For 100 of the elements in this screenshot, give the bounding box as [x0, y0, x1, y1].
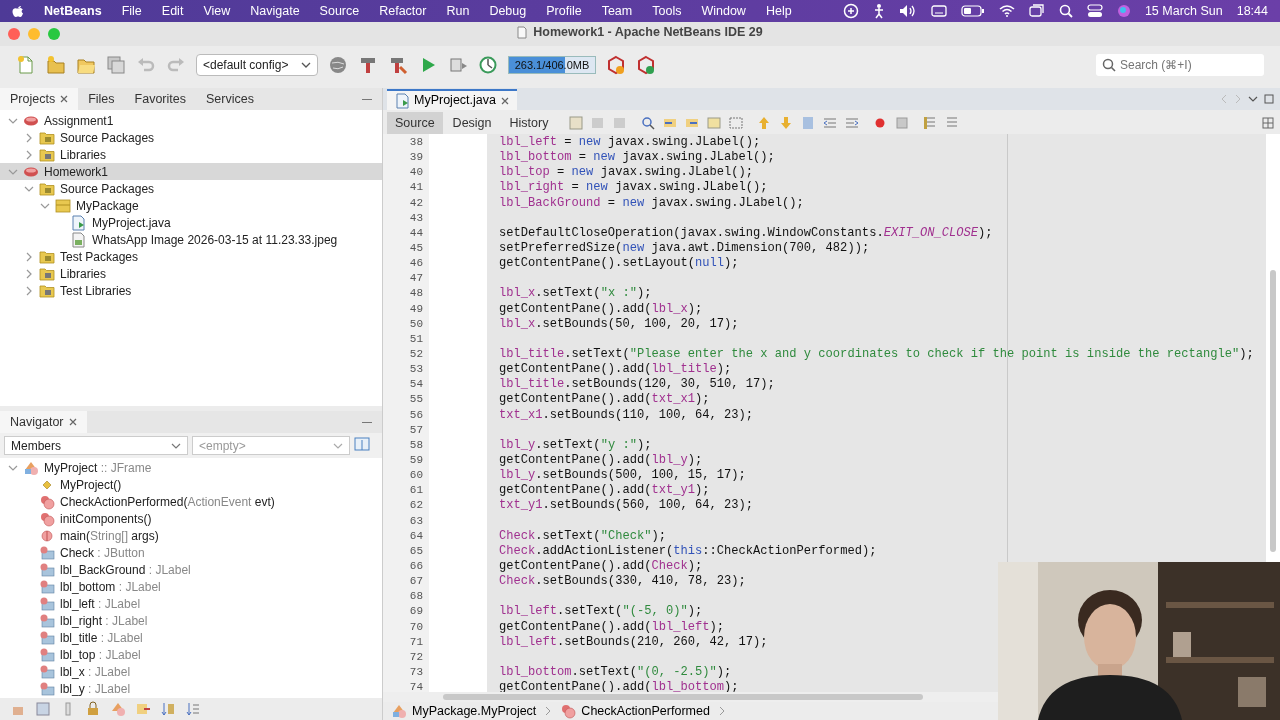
globe-icon[interactable]: [328, 55, 348, 75]
profile-icon[interactable]: [478, 55, 498, 75]
filter-dropdown[interactable]: Members: [4, 436, 188, 455]
list-icon[interactable]: [185, 701, 201, 717]
search-field[interactable]: Search (⌘+I): [1096, 54, 1264, 76]
status-icon[interactable]: [842, 3, 859, 19]
menu-item[interactable]: Profile: [546, 1, 582, 21]
chevron-left-icon[interactable]: [1220, 94, 1228, 104]
tree-item[interactable]: Homework1: [0, 163, 382, 180]
close-button[interactable]: [8, 28, 20, 40]
shift-right-icon[interactable]: [844, 115, 861, 131]
config-dropdown[interactable]: <default config>: [196, 54, 318, 76]
panel-tab[interactable]: Services: [195, 88, 264, 110]
tree-item[interactable]: WhatsApp Image 2026-03-15 at 11.23.33.jpeg: [48, 231, 382, 248]
chevron-right-icon[interactable]: [24, 251, 34, 262]
member-item[interactable]: lbl_right : JLabel: [16, 612, 382, 629]
stop-icon[interactable]: [894, 115, 911, 131]
tree-item[interactable]: Libraries: [16, 146, 382, 163]
chevron-right-icon[interactable]: [24, 285, 34, 296]
member-item[interactable]: lbl_x : JLabel: [16, 663, 382, 680]
file-tab[interactable]: MyProject.java: [387, 89, 517, 110]
menu-item[interactable]: Refactor: [379, 1, 427, 21]
volume-icon[interactable]: [898, 4, 917, 18]
last-edit-icon[interactable]: [568, 115, 585, 131]
lock-icon[interactable]: [85, 701, 101, 717]
gc-icon[interactable]: [606, 55, 626, 75]
export-icon[interactable]: [135, 701, 151, 717]
tree-item[interactable]: Libraries: [16, 265, 382, 282]
chevron-right-icon[interactable]: [24, 132, 34, 143]
javadoc-icon[interactable]: [354, 436, 370, 452]
menu-item[interactable]: Window: [701, 1, 746, 21]
shift-left-icon[interactable]: [822, 115, 839, 131]
tree-item[interactable]: MyPackage: [32, 197, 382, 214]
new-folder-icon[interactable]: [46, 55, 66, 75]
chevron-right-icon[interactable]: [24, 268, 34, 279]
panel-tab[interactable]: Files: [78, 88, 125, 110]
menu-item[interactable]: Help: [765, 1, 792, 21]
save-all-icon[interactable]: [106, 55, 126, 75]
menu-item[interactable]: Team: [601, 1, 633, 21]
menu-item[interactable]: View: [203, 1, 231, 21]
menu-item[interactable]: Tools: [652, 1, 682, 21]
breadcrumb-item[interactable]: MyPackage.MyProject: [391, 701, 537, 720]
menu-item[interactable]: Debug: [489, 1, 527, 21]
tree-item[interactable]: Source Packages: [16, 129, 382, 146]
tree-item[interactable]: Test Packages: [16, 248, 382, 265]
member-item[interactable]: CheckActionPerformed(ActionEvent evt): [16, 493, 382, 510]
scrollbar-thumb[interactable]: [443, 694, 923, 700]
member-item[interactable]: initComponents(): [16, 510, 382, 527]
minimize-icon[interactable]: [362, 421, 372, 423]
keyboard-icon[interactable]: [930, 5, 947, 17]
control-center-icon[interactable]: [1086, 4, 1103, 18]
highlight-icon[interactable]: [706, 115, 723, 131]
breadcrumb-item[interactable]: CheckActionPerformed: [560, 701, 710, 720]
accessibility-icon[interactable]: [872, 3, 885, 19]
profiler-icon[interactable]: [636, 55, 656, 75]
tree-item[interactable]: Source Packages: [16, 180, 382, 197]
clean-build-icon[interactable]: [388, 55, 408, 75]
new-file-icon[interactable]: [16, 55, 36, 75]
app-menu[interactable]: NetBeans: [44, 1, 102, 21]
split-icon[interactable]: [1262, 117, 1274, 129]
tree-item[interactable]: Test Libraries: [16, 282, 382, 299]
member-item[interactable]: lbl_y : JLabel: [16, 680, 382, 697]
member-item[interactable]: lbl_BackGround : JLabel: [16, 561, 382, 578]
view-tab[interactable]: Source: [387, 111, 443, 135]
chevron-right-icon[interactable]: [1234, 94, 1242, 104]
member-item[interactable]: lbl_top : JLabel: [16, 646, 382, 663]
menu-item[interactable]: Navigate: [250, 1, 300, 21]
battery-icon[interactable]: [960, 5, 985, 17]
screens-icon[interactable]: [1028, 4, 1045, 18]
view-tab[interactable]: Design: [444, 111, 500, 135]
chevron-down-icon[interactable]: [1248, 94, 1258, 104]
member-item[interactable]: lbl_left : JLabel: [16, 595, 382, 612]
menu-item[interactable]: Edit: [161, 1, 184, 21]
square-icon[interactable]: [35, 701, 51, 717]
panel-tab[interactable]: Projects: [0, 88, 79, 110]
shapes-icon[interactable]: [110, 701, 126, 717]
minimize-icon[interactable]: [362, 98, 372, 100]
maximize-icon[interactable]: [1264, 94, 1274, 104]
panel-tab[interactable]: Favorites: [124, 88, 196, 110]
scrollbar-thumb[interactable]: [1270, 270, 1276, 552]
select-icon[interactable]: [728, 115, 745, 131]
member-item[interactable]: lbl_bottom : JLabel: [16, 578, 382, 595]
member-item[interactable]: main(String[] args): [16, 527, 382, 544]
panel-tab[interactable]: Navigator: [0, 411, 87, 433]
menu-item[interactable]: Source: [319, 1, 360, 21]
member-item[interactable]: lbl_title : JLabel: [16, 629, 382, 646]
wifi-icon[interactable]: [998, 5, 1015, 17]
debug-icon[interactable]: [448, 55, 468, 75]
tree-item[interactable]: Assignment1: [0, 112, 382, 129]
member-item[interactable]: MyProject :: JFrame: [0, 459, 382, 476]
view-tab[interactable]: History: [501, 111, 557, 135]
hammer-icon[interactable]: [358, 55, 378, 75]
close-icon[interactable]: [60, 95, 69, 103]
search-icon[interactable]: [1058, 4, 1073, 18]
menu-item[interactable]: Run: [446, 1, 470, 21]
member-item[interactable]: MyProject(): [16, 476, 382, 493]
member-item[interactable]: Check : JButton: [16, 544, 382, 561]
find-icon[interactable]: [640, 115, 657, 131]
sort-icon[interactable]: [160, 701, 176, 717]
chevron-right-icon[interactable]: [24, 149, 34, 160]
